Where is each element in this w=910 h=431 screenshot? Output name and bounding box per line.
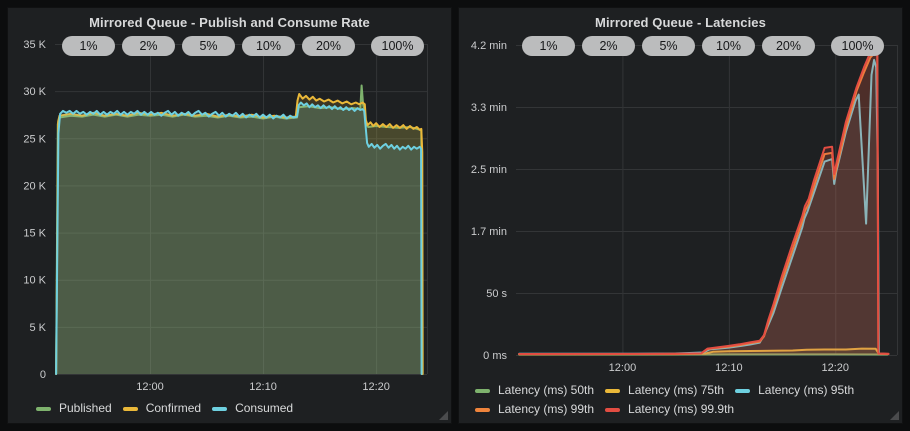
y-axis-tick-label: 30 K [23,86,46,98]
chart-legend: Published Confirmed Consumed [36,399,304,418]
legend-item-confirmed[interactable]: Confirmed [123,399,201,418]
y-axis-tick-label: 10 K [23,275,46,287]
legend-label: Latency (ms) 99.9th [628,400,734,419]
y-axis-tick-label: 1.7 min [471,226,507,238]
x-axis-tick-label: 12:10 [249,381,277,393]
panel-title[interactable]: Mirrored Queue - Latencies [459,8,902,30]
y-axis-tick-label: 35 K [23,39,46,51]
legend-item-latency-ms-99th[interactable]: Latency (ms) 99th [475,400,594,419]
y-axis-tick-label: 50 s [486,288,507,300]
legend-color-dash [735,389,750,393]
legend-color-dash [36,407,51,411]
y-axis-tick-label: 25 K [23,133,46,145]
y-axis-tick-label: 20 K [23,180,46,192]
annotation-pill-5pct[interactable]: 5% [642,36,695,56]
annotation-pill-20pct[interactable]: 20% [302,36,355,56]
y-axis-tick-label: 4.2 min [471,40,507,52]
legend-label: Published [59,399,112,418]
annotation-pill-1pct[interactable]: 1% [62,36,115,56]
y-axis-tick-label: 0 [40,369,46,381]
annotation-pill-1pct[interactable]: 1% [522,36,575,56]
x-axis-tick-label: 12:00 [136,381,164,393]
y-axis-tick-label: 2.5 min [471,164,507,176]
legend-label: Latency (ms) 75th [628,381,724,400]
annotation-pill-100pct[interactable]: 100% [371,36,424,56]
annotation-pill-10pct[interactable]: 10% [242,36,295,56]
panel-publish-consume-rate: Mirrored Queue - Publish and Consume Rat… [8,8,451,423]
x-axis-tick-label: 12:10 [715,362,743,374]
series-area-latency-ms-99.9th [519,48,888,356]
publish-consume-rate-chart[interactable]: 0 5 K 10 K 15 K 20 K 25 K 30 K 35 K 12:00 12:10 12… [8,8,451,423]
y-axis-tick-label: 15 K [23,228,46,240]
legend-item-latency-ms-75th[interactable]: Latency (ms) 75th [605,381,724,400]
annotation-pill-100pct[interactable]: 100% [831,36,884,56]
latency-chart[interactable]: 0 ms 50 s 1.7 min 2.5 min 3.3 min 4.2 min 12:0… [459,8,902,423]
annotation-pill-row: 1% 2% 5% 10% 20% 100% [522,36,884,56]
x-axis-tick-label: 12:20 [822,362,850,374]
legend-label: Confirmed [146,399,201,418]
legend-item-published[interactable]: Published [36,399,112,418]
panel-latencies: Mirrored Queue - Latencies 0 ms 50 s 1.7 m… [459,8,902,423]
x-axis-tick-label: 12:20 [362,381,390,393]
panel-title[interactable]: Mirrored Queue - Publish and Consume Rat… [8,8,451,30]
chart-legend: Latency (ms) 50thLatency (ms) 75thLatenc… [475,381,895,419]
y-axis-tick-label: 5 K [29,322,46,334]
annotation-pill-row: 1% 2% 5% 10% 20% 100% [62,36,424,56]
annotation-pill-2pct[interactable]: 2% [122,36,175,56]
legend-item-latency-ms-95th[interactable]: Latency (ms) 95th [735,381,854,400]
legend-item-latency-ms-50th[interactable]: Latency (ms) 50th [475,381,594,400]
y-axis-tick-label: 0 ms [483,350,507,362]
panel-resize-handle[interactable] [439,411,448,420]
y-axis-tick-label: 3.3 min [471,102,507,114]
legend-item-latency-ms-99.9th[interactable]: Latency (ms) 99.9th [605,400,734,419]
legend-label: Consumed [235,399,293,418]
legend-label: Latency (ms) 95th [758,381,854,400]
legend-color-dash [605,408,620,412]
legend-color-dash [605,389,620,393]
annotation-pill-20pct[interactable]: 20% [762,36,815,56]
x-axis-tick-label: 12:00 [609,362,637,374]
legend-color-dash [212,407,227,411]
legend-color-dash [475,389,490,393]
panel-resize-handle[interactable] [890,411,899,420]
legend-label: Latency (ms) 99th [498,400,594,419]
legend-label: Latency (ms) 50th [498,381,594,400]
legend-color-dash [123,407,138,411]
dashboard: Mirrored Queue - Publish and Consume Rat… [0,0,910,431]
annotation-pill-2pct[interactable]: 2% [582,36,635,56]
annotation-pill-5pct[interactable]: 5% [182,36,235,56]
legend-item-consumed[interactable]: Consumed [212,399,293,418]
legend-color-dash [475,408,490,412]
annotation-pill-10pct[interactable]: 10% [702,36,755,56]
